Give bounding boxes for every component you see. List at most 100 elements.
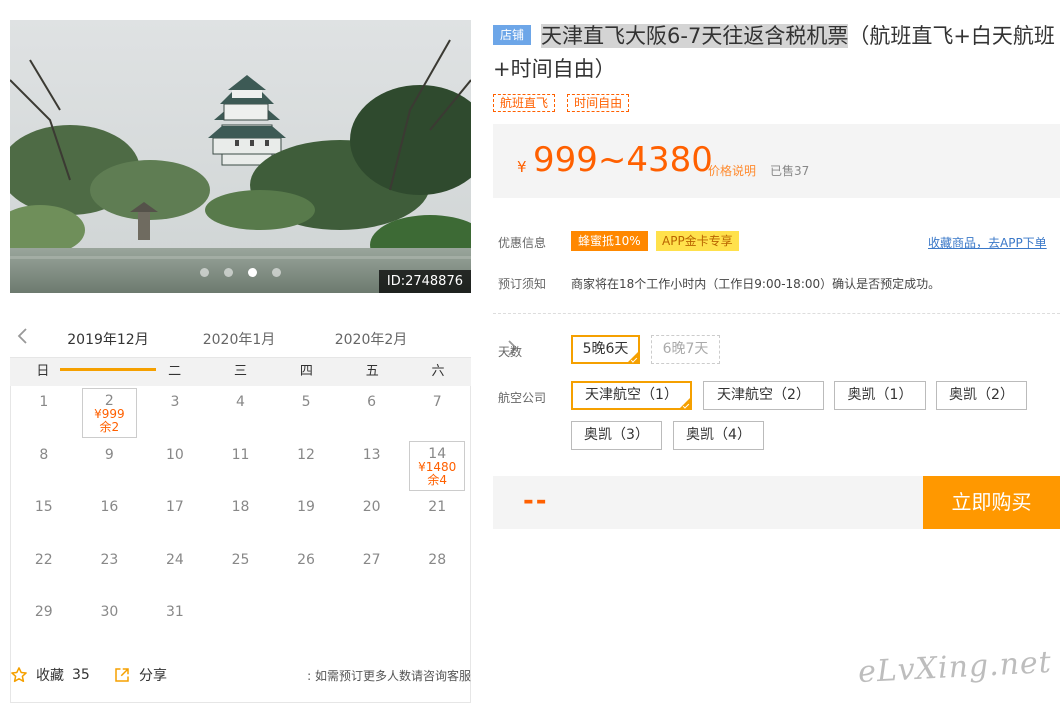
calendar-day: 24 bbox=[142, 544, 208, 597]
price-explain-link[interactable]: 价格说明 bbox=[708, 162, 756, 179]
airline-option-tianjin-2[interactable]: 天津航空（2） bbox=[703, 381, 824, 410]
booking-notice-row: 预订须知 商家将在18个工作小时内（工作日9:00-18:00）确认是否预定成功… bbox=[498, 275, 1060, 291]
month-tab[interactable]: 2020年2月 bbox=[323, 329, 419, 358]
calendar-day-available[interactable]: 14 ¥1480 余4 bbox=[404, 439, 470, 492]
photo-id-label: ID:2748876 bbox=[378, 270, 471, 293]
airline-option-label: 奥凯（2） bbox=[949, 387, 1014, 403]
carousel-dot[interactable] bbox=[223, 268, 233, 277]
calendar-day: 25 bbox=[208, 544, 274, 597]
days-option-5n6d[interactable]: 5晚6天 bbox=[571, 335, 640, 364]
promo-badge: 蜂蜜抵10% bbox=[571, 231, 648, 251]
airline-option-label: 奥凯（1） bbox=[847, 387, 913, 403]
consult-text: 如需预订更多人数请咨询客服 bbox=[314, 669, 471, 683]
favorite-button[interactable]: 收藏 35 bbox=[10, 665, 90, 685]
buy-bar: -- 立即购买 bbox=[493, 476, 1060, 529]
calendar-day-number: 2 bbox=[104, 393, 114, 409]
carousel-dot[interactable] bbox=[199, 268, 209, 277]
airline-option-label: 奥凯（3） bbox=[584, 427, 649, 443]
calendar-day-number: 21 bbox=[428, 499, 447, 516]
days-label: 天数 bbox=[498, 345, 523, 359]
calendar-day-available[interactable]: 2 ¥999 余2 bbox=[77, 386, 143, 439]
calendar-day-number: 28 bbox=[428, 551, 447, 568]
calendar-day-empty bbox=[273, 596, 339, 649]
month-tab[interactable]: 2020年1月 bbox=[191, 329, 287, 358]
calendar-day: 22 bbox=[11, 544, 77, 597]
carousel-dot[interactable] bbox=[272, 268, 282, 277]
booking-notice-text: 商家将在18个工作小时内（工作日9:00-18:00）确认是否预定成功。 bbox=[571, 277, 941, 291]
calendar-day-number: 24 bbox=[166, 551, 184, 568]
weekday-label: 五 bbox=[365, 364, 379, 379]
calendar-day: 31 bbox=[142, 596, 208, 649]
sold-count: 已售37 bbox=[770, 164, 810, 178]
calendar-day-number: 13 bbox=[362, 446, 381, 463]
airline-option-okay-2[interactable]: 奥凯（2） bbox=[936, 381, 1027, 410]
calendar-day-price: ¥1480 bbox=[418, 459, 457, 474]
product-title: 店铺 天津直飞大阪6-7天往返含税机票（航班直飞+白天航班+时间自由） bbox=[493, 20, 1060, 86]
calendar-day-empty bbox=[208, 596, 274, 649]
calendar-day-price-box[interactable]: 2 ¥999 余2 bbox=[81, 388, 138, 438]
calendar-day-number: 1 bbox=[39, 394, 49, 410]
star-icon bbox=[11, 667, 27, 683]
days-option-label: 5晚6天 bbox=[582, 341, 629, 357]
calendar-day: 21 bbox=[404, 491, 470, 544]
calendar-day-number: 10 bbox=[166, 446, 184, 463]
airline-option-okay-3[interactable]: 奥凯（3） bbox=[571, 421, 662, 450]
calendar-day-number: 19 bbox=[297, 499, 315, 516]
calendar-day-number: 7 bbox=[432, 394, 442, 410]
buy-now-button[interactable]: 立即购买 bbox=[923, 476, 1060, 529]
calendar-day-stock: 余2 bbox=[99, 420, 120, 434]
prev-month-button[interactable] bbox=[14, 326, 32, 346]
calendar-day-number: 8 bbox=[39, 446, 49, 463]
calendar-day-number: 4 bbox=[236, 394, 245, 410]
days-option-6n7d[interactable]: 6晚7天 bbox=[651, 335, 720, 364]
share-button[interactable]: 分享 bbox=[113, 665, 167, 685]
calendar-day-number: 11 bbox=[231, 446, 250, 463]
weekday-label: 六 bbox=[431, 364, 445, 379]
calendar-day-number: 29 bbox=[34, 604, 53, 621]
calendar-day: 15 bbox=[11, 491, 77, 544]
calendar-day-empty bbox=[404, 649, 470, 657]
discount-row: 优惠信息 蜂蜜抵10% APP金卡专享 收藏商品，去APP下单 bbox=[498, 231, 1060, 251]
calendar-day-number: 15 bbox=[34, 499, 53, 516]
calendar-day: 5 bbox=[273, 386, 339, 439]
calendar-day: 9 bbox=[77, 439, 143, 492]
favorite-count: 35 bbox=[72, 667, 90, 683]
calendar-day: 10 bbox=[142, 439, 208, 492]
carousel-dot-active[interactable] bbox=[248, 268, 258, 277]
shop-badge[interactable]: 店铺 bbox=[493, 25, 532, 45]
calendar-day: 16 bbox=[77, 491, 143, 544]
airline-option-label: 天津航空（2） bbox=[717, 387, 810, 403]
app-order-link[interactable]: 收藏商品，去APP下单 bbox=[928, 234, 1047, 251]
favorite-label: 收藏 bbox=[36, 668, 64, 684]
tag-free-time: 时间自由 bbox=[567, 94, 630, 112]
tag-direct-flight: 航班直飞 bbox=[493, 94, 556, 112]
calendar-day: 29 bbox=[11, 596, 77, 649]
airline-option-label: 天津航空（1） bbox=[585, 387, 678, 403]
calendar-day: 26 bbox=[273, 544, 339, 597]
calendar-day-number: 9 bbox=[104, 446, 114, 463]
calendar-day-empty bbox=[11, 649, 77, 657]
calendar-day-number: 26 bbox=[297, 551, 315, 568]
product-actions: 收藏 35 分享 : 如需预订更多人数请咨询客服 bbox=[10, 663, 471, 687]
calendar-days-grid: 1 2 ¥999 余2 3 4 5 6 7 8 9 10 11 12 13 14 ¥1480 余4 15 16 17 18… bbox=[10, 386, 471, 703]
month-tab-active[interactable]: 2019年12月 bbox=[60, 329, 156, 371]
calendar-day: 23 bbox=[77, 544, 143, 597]
calendar-day-price-box[interactable]: 14 ¥1480 余4 bbox=[409, 440, 465, 491]
airline-option-okay-1[interactable]: 奥凯（1） bbox=[834, 381, 926, 410]
calendar-day: 11 bbox=[208, 439, 274, 492]
airline-option-tianjin-1[interactable]: 天津航空（1） bbox=[571, 381, 692, 410]
calendar-day: 17 bbox=[142, 491, 208, 544]
product-photo[interactable]: ID:2748876 bbox=[10, 20, 471, 293]
calendar-day: 6 bbox=[339, 386, 405, 439]
calendar-day-empty bbox=[208, 649, 274, 657]
site-watermark: eLvXing.net bbox=[857, 644, 1053, 691]
calendar-month-tabs: 2019年12月 2020年1月 2020年2月 bbox=[10, 318, 518, 371]
weekday-label: 三 bbox=[233, 364, 247, 379]
calendar-day-number: 3 bbox=[170, 394, 180, 410]
product-header: 店铺 天津直飞大阪6-7天往返含税机票（航班直飞+白天航班+时间自由） 航班直飞 … bbox=[493, 20, 1060, 112]
calendar-day-empty bbox=[142, 649, 208, 657]
calendar-day-number: 12 bbox=[297, 446, 315, 463]
airline-option-okay-4[interactable]: 奥凯（4） bbox=[673, 421, 764, 450]
calendar-day-empty bbox=[339, 649, 405, 657]
share-label: 分享 bbox=[139, 668, 167, 684]
